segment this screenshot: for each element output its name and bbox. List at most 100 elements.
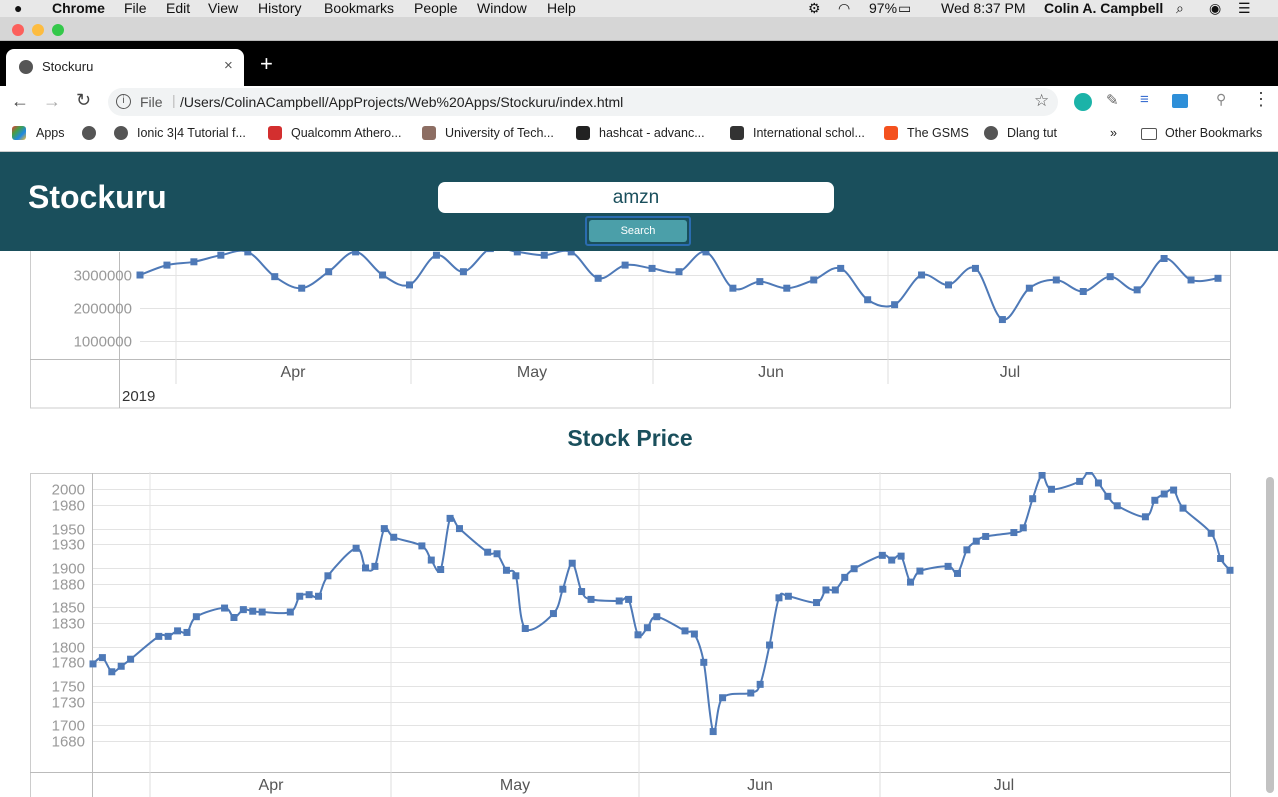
- siri-icon[interactable]: ◉: [1209, 0, 1221, 17]
- data-point: [568, 559, 576, 567]
- y-tick-label: 1950: [52, 522, 85, 539]
- data-point: [174, 627, 182, 635]
- page-scrollbar[interactable]: [1266, 477, 1274, 793]
- data-point: [621, 261, 629, 269]
- tab-stockuru[interactable]: Stockuru ×: [6, 49, 244, 86]
- address-divider: |: [172, 92, 176, 108]
- price-chart: 16801700 17301750 17801800 18301850 18801900…: [30, 472, 1234, 797]
- close-window-button[interactable]: [12, 24, 24, 36]
- data-point: [432, 251, 440, 259]
- reload-icon[interactable]: ↻: [76, 90, 91, 111]
- data-point: [190, 258, 198, 266]
- window-titlebar: [0, 17, 1278, 41]
- info-icon[interactable]: i: [116, 94, 131, 109]
- data-point: [136, 271, 144, 279]
- back-icon[interactable]: ←: [11, 91, 29, 112]
- menu-view[interactable]: View: [208, 0, 238, 17]
- notification-center-icon[interactable]: ☰: [1238, 0, 1251, 17]
- menu-people[interactable]: People: [414, 0, 458, 17]
- data-point: [1160, 490, 1168, 498]
- data-point: [783, 284, 791, 292]
- data-point: [1076, 477, 1084, 485]
- data-point: [700, 658, 708, 666]
- zoom-window-button[interactable]: [52, 24, 64, 36]
- data-point: [897, 552, 905, 560]
- data-point: [446, 514, 454, 522]
- forward-icon[interactable]: →: [43, 91, 61, 112]
- bookmark-international[interactable]: International schol...: [753, 125, 865, 141]
- extension-m-icon[interactable]: [1074, 93, 1092, 111]
- data-point: [1094, 479, 1102, 487]
- data-point: [1179, 504, 1187, 512]
- data-point: [352, 544, 360, 552]
- data-point: [540, 251, 548, 259]
- browser-toolbar: ← → ↻ i File | /Users/ColinACampbell/App…: [0, 86, 1278, 118]
- data-point: [822, 586, 830, 594]
- x-tick-label: Jul: [1000, 364, 1020, 381]
- data-point: [578, 588, 586, 596]
- menu-bookmarks[interactable]: Bookmarks: [324, 0, 394, 17]
- macos-menubar: ● Chrome File Edit View History Bookmark…: [0, 0, 1278, 17]
- data-point: [648, 264, 656, 272]
- y-tick-label: 1780: [52, 655, 85, 672]
- y-tick-label: 1700: [52, 718, 85, 735]
- data-point: [766, 641, 774, 649]
- bookmarks-overflow[interactable]: »: [1110, 125, 1117, 141]
- extension-pen-icon[interactable]: ✎: [1106, 91, 1119, 109]
- bookmark-ionic[interactable]: Ionic 3|4 Tutorial f...: [137, 125, 246, 141]
- menu-edit[interactable]: Edit: [166, 0, 190, 17]
- y-tick-label: 3000000: [74, 268, 132, 285]
- extension-share-icon[interactable]: [1172, 94, 1188, 108]
- menu-help[interactable]: Help: [547, 0, 576, 17]
- data-point: [512, 572, 520, 580]
- chrome-menu-icon[interactable]: ⋮: [1252, 89, 1270, 110]
- address-url[interactable]: /Users/ColinACampbell/AppProjects/Web%20…: [180, 94, 623, 110]
- extension-list-icon[interactable]: ≡: [1140, 91, 1149, 108]
- bookmark-university[interactable]: University of Tech...: [445, 125, 554, 141]
- address-bar[interactable]: i File | /Users/ColinACampbell/AppProjec…: [108, 88, 1058, 116]
- data-point: [315, 592, 323, 600]
- folder-icon: [1141, 128, 1157, 140]
- apple-icon[interactable]: ●: [14, 0, 22, 17]
- menu-app-name[interactable]: Chrome: [52, 0, 105, 17]
- data-point: [643, 624, 651, 632]
- globe-icon[interactable]: [82, 126, 96, 140]
- spotlight-icon[interactable]: ⌕: [1176, 0, 1184, 17]
- bookmark-hashcat[interactable]: hashcat - advanc...: [599, 125, 705, 141]
- new-tab-icon[interactable]: +: [260, 51, 273, 77]
- bookmark-gsms[interactable]: The GSMS: [907, 125, 969, 141]
- data-point: [831, 586, 839, 594]
- data-point: [675, 268, 683, 276]
- bookmark-qualcomm[interactable]: Qualcomm Athero...: [291, 125, 401, 141]
- menu-window[interactable]: Window: [477, 0, 527, 17]
- data-point: [390, 533, 398, 541]
- bookmark-star-icon[interactable]: ☆: [1034, 91, 1049, 111]
- app-header: Stockuru Search: [0, 152, 1278, 251]
- bookmark-apps[interactable]: Apps: [36, 125, 65, 141]
- bookmark-other[interactable]: Other Bookmarks: [1165, 125, 1262, 141]
- ticker-search-input[interactable]: [438, 182, 834, 213]
- data-point: [108, 668, 116, 676]
- user-name[interactable]: Colin A. Campbell: [1044, 0, 1163, 17]
- close-tab-icon[interactable]: ×: [224, 57, 233, 74]
- battery-icon[interactable]: ▭: [898, 0, 911, 17]
- y-tick-label: 1850: [52, 600, 85, 617]
- status-app-icon[interactable]: ⚙: [808, 0, 821, 17]
- extension-bike-icon[interactable]: ⚲: [1216, 91, 1226, 108]
- data-point: [888, 556, 896, 564]
- data-point: [559, 585, 567, 593]
- data-point: [944, 562, 952, 570]
- data-point: [1170, 486, 1178, 494]
- battery-percent[interactable]: 97%: [869, 0, 897, 17]
- menu-file[interactable]: File: [124, 0, 147, 17]
- data-point: [1038, 472, 1046, 479]
- minimize-window-button[interactable]: [32, 24, 44, 36]
- menu-history[interactable]: History: [258, 0, 302, 17]
- bookmark-dlang[interactable]: Dlang tut: [1007, 125, 1057, 141]
- search-button[interactable]: Search: [585, 216, 691, 246]
- data-point: [747, 689, 755, 697]
- wifi-icon[interactable]: ◠: [838, 0, 850, 17]
- data-point: [502, 566, 510, 574]
- data-point: [813, 599, 821, 607]
- clock[interactable]: Wed 8:37 PM: [941, 0, 1026, 17]
